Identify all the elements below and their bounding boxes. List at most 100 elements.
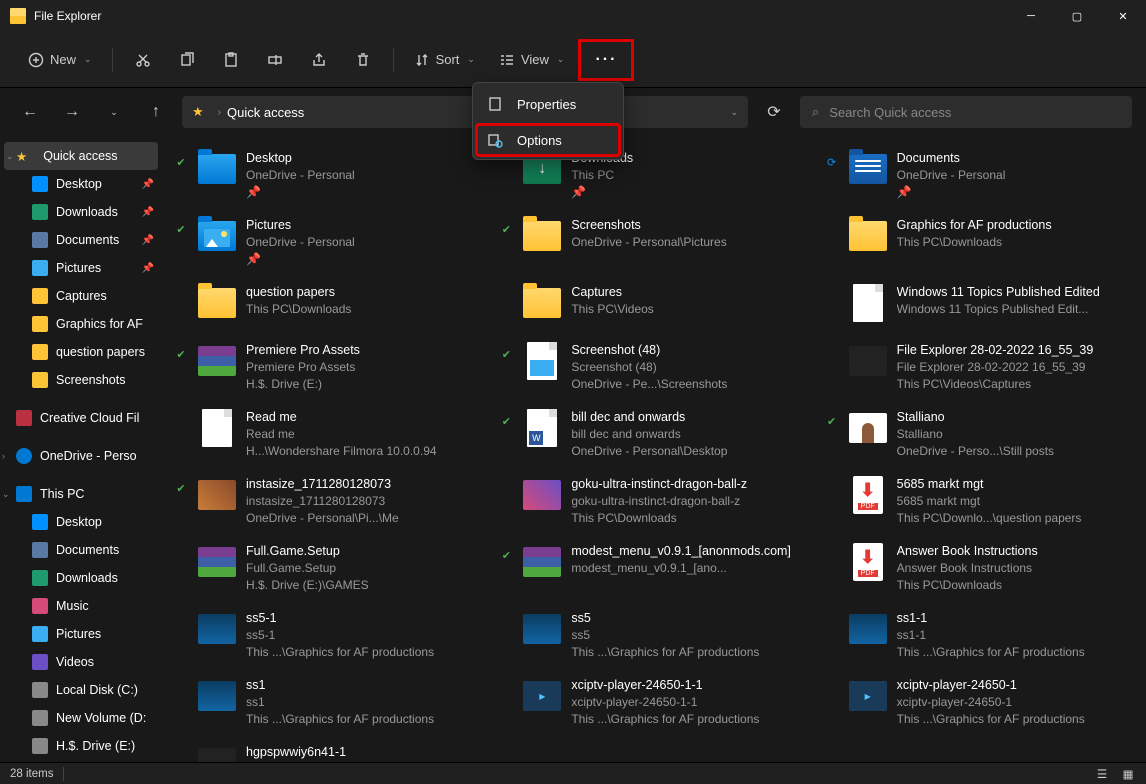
file-item[interactable]: ✔ Stalliano Stalliano OneDrive - Perso..… xyxy=(819,405,1140,464)
file-item[interactable]: ⟳ Documents OneDrive - Personal 📌 xyxy=(819,146,1140,205)
dropdown-options-highlighted[interactable]: Options xyxy=(475,123,621,157)
clipboard-icon xyxy=(223,52,239,68)
plus-circle-icon xyxy=(28,52,44,68)
back-button[interactable]: ← xyxy=(14,96,46,128)
paste-button[interactable] xyxy=(211,42,251,78)
sidebar-item[interactable]: Graphics for AF xyxy=(0,310,162,338)
file-name: Premiere Pro Assets xyxy=(246,342,483,359)
new-button[interactable]: New ⌄ xyxy=(18,42,102,78)
file-item[interactable]: File Explorer 28-02-2022 16_55_39 File E… xyxy=(819,338,1140,397)
share-button[interactable] xyxy=(299,42,339,78)
file-item[interactable]: ✔ W bill dec and onwards bill dec and on… xyxy=(493,405,814,464)
dropdown-properties[interactable]: Properties xyxy=(477,87,619,121)
sidebar-item[interactable]: Captures xyxy=(0,282,162,310)
sync-status-icon xyxy=(499,284,513,290)
sync-status-icon xyxy=(825,677,839,683)
file-item[interactable]: ✔ Screenshot (48) Screenshot (48) OneDri… xyxy=(493,338,814,397)
sidebar-this-pc[interactable]: ⌄ This PC xyxy=(0,480,162,508)
refresh-button[interactable]: ⟳ xyxy=(758,96,790,128)
file-item[interactable]: ss5-1 ss5-1 This ...\Graphics for AF pro… xyxy=(168,606,489,665)
sidebar-item[interactable]: Downloads 📌 xyxy=(0,198,162,226)
sidebar-item[interactable]: Screenshots xyxy=(0,366,162,394)
file-path: This ...\Graphics for AF productions xyxy=(897,711,1134,728)
file-name: ss5-1 xyxy=(246,610,483,627)
file-name: Graphics for AF productions xyxy=(897,217,1134,234)
more-button-highlighted[interactable]: ··· xyxy=(578,39,634,81)
sidebar-item[interactable]: Local Disk (C:) xyxy=(0,676,162,704)
downloads-icon xyxy=(32,570,48,586)
sidebar-item[interactable]: Downloads xyxy=(0,564,162,592)
sidebar-label: Graphics for AF xyxy=(56,317,143,331)
file-item[interactable]: ✔ Screenshots OneDrive - Personal\Pictur… xyxy=(493,213,814,272)
file-item[interactable]: ✔ instasize_1711280128073 instasize_1711… xyxy=(168,472,489,531)
delete-button[interactable] xyxy=(343,42,383,78)
file-path: OneDrive - Personal\Desktop xyxy=(571,443,808,460)
sidebar-item[interactable]: New Volume (D: xyxy=(0,704,162,732)
view-button[interactable]: View ⌄ xyxy=(489,42,575,78)
copy-button[interactable] xyxy=(167,42,207,78)
file-path: OneDrive - Personal\Pi...\Me xyxy=(246,510,483,527)
documents-icon xyxy=(32,232,48,248)
address-bar[interactable]: ★ › Quick access ⌄ xyxy=(182,96,748,128)
file-item[interactable]: ▶ xciptv-player-24650-1 xciptv-player-24… xyxy=(819,673,1140,732)
sidebar-item[interactable]: H.$. Drive (E:) xyxy=(0,732,162,760)
scissors-icon xyxy=(135,52,151,68)
disk-icon xyxy=(32,682,48,698)
file-item[interactable]: hgpspwwiy6n41-1 hgpspwwiy6n41-1 This ...… xyxy=(168,740,489,762)
recent-button[interactable]: ⌄ xyxy=(98,96,130,128)
maximize-button[interactable]: ▢ xyxy=(1054,0,1100,32)
file-item[interactable]: ✔ modest_menu_v0.9.1_[anonmods.com] mode… xyxy=(493,539,814,598)
file-item[interactable]: ⬇PDF 5685 markt mgt 5685 markt mgt This … xyxy=(819,472,1140,531)
image-thumbnail xyxy=(849,413,887,443)
file-path: H.$. Drive (E:)\GAMES xyxy=(246,577,483,594)
file-item[interactable]: Full.Game.Setup Full.Game.Setup H.$. Dri… xyxy=(168,539,489,598)
file-item[interactable]: question papers This PC\Downloads xyxy=(168,280,489,330)
file-item[interactable]: ▶ xciptv-player-24650-1-1 xciptv-player-… xyxy=(493,673,814,732)
sidebar-item[interactable]: Documents xyxy=(0,536,162,564)
file-item[interactable]: Windows 11 Topics Published Edited Windo… xyxy=(819,280,1140,330)
sidebar-item[interactable]: Documents 📌 xyxy=(0,226,162,254)
sync-status-icon xyxy=(825,342,839,348)
file-item[interactable]: ⬇PDF Answer Book Instructions Answer Boo… xyxy=(819,539,1140,598)
file-item[interactable]: ss1 ss1 This ...\Graphics for AF product… xyxy=(168,673,489,732)
tiles-view-toggle[interactable]: ▦ xyxy=(1116,765,1140,783)
file-subtitle: ss1 xyxy=(246,694,483,711)
sidebar-item[interactable]: Pictures xyxy=(0,620,162,648)
item-count: 28 items xyxy=(10,768,53,780)
search-box[interactable]: ⌕ Search Quick access xyxy=(800,96,1132,128)
chevron-down-icon[interactable]: ⌄ xyxy=(730,107,738,118)
file-item[interactable]: ✔ Desktop OneDrive - Personal 📌 xyxy=(168,146,489,205)
sidebar-item[interactable]: question papers xyxy=(0,338,162,366)
folder-icon xyxy=(523,221,561,251)
file-item[interactable]: ss5 ss5 This ...\Graphics for AF product… xyxy=(493,606,814,665)
documents-folder-icon xyxy=(849,154,887,184)
sort-button[interactable]: Sort ⌄ xyxy=(404,42,485,78)
sidebar-item[interactable]: Music xyxy=(0,592,162,620)
file-item[interactable]: Graphics for AF productions This PC\Down… xyxy=(819,213,1140,272)
file-item[interactable]: Captures This PC\Videos xyxy=(493,280,814,330)
sidebar-creative-cloud[interactable]: Creative Cloud Fil xyxy=(0,404,162,432)
sort-label: Sort xyxy=(436,52,460,67)
sidebar-item[interactable]: Pictures 📌 xyxy=(0,254,162,282)
cut-button[interactable] xyxy=(123,42,163,78)
forward-button[interactable]: → xyxy=(56,96,88,128)
file-item[interactable]: goku-ultra-instinct-dragon-ball-z goku-u… xyxy=(493,472,814,531)
sidebar-item[interactable]: Desktop xyxy=(0,508,162,536)
file-item[interactable]: ✔ Premiere Pro Assets Premiere Pro Asset… xyxy=(168,338,489,397)
sidebar-quick-access[interactable]: ⌄ ★ Quick access xyxy=(4,142,158,170)
up-button[interactable]: ↑ xyxy=(140,96,172,128)
file-path: This PC\Videos\Captures xyxy=(897,376,1134,393)
file-item[interactable]: ✔ Pictures OneDrive - Personal 📌 xyxy=(168,213,489,272)
details-view-toggle[interactable]: ☰ xyxy=(1090,765,1114,783)
sidebar-item[interactable]: Desktop 📌 xyxy=(0,170,162,198)
sidebar-onedrive[interactable]: › OneDrive - Perso xyxy=(0,442,162,470)
file-item[interactable]: Read me Read me H...\Wondershare Filmora… xyxy=(168,405,489,464)
minimize-button[interactable]: ─ xyxy=(1008,0,1054,32)
file-subtitle: ss5 xyxy=(571,627,808,644)
close-button[interactable]: ✕ xyxy=(1100,0,1146,32)
rename-button[interactable] xyxy=(255,42,295,78)
sidebar-item[interactable]: Videos xyxy=(0,648,162,676)
file-item[interactable]: ss1-1 ss1-1 This ...\Graphics for AF pro… xyxy=(819,606,1140,665)
sync-status-icon xyxy=(174,543,188,549)
sync-status-icon xyxy=(825,543,839,549)
